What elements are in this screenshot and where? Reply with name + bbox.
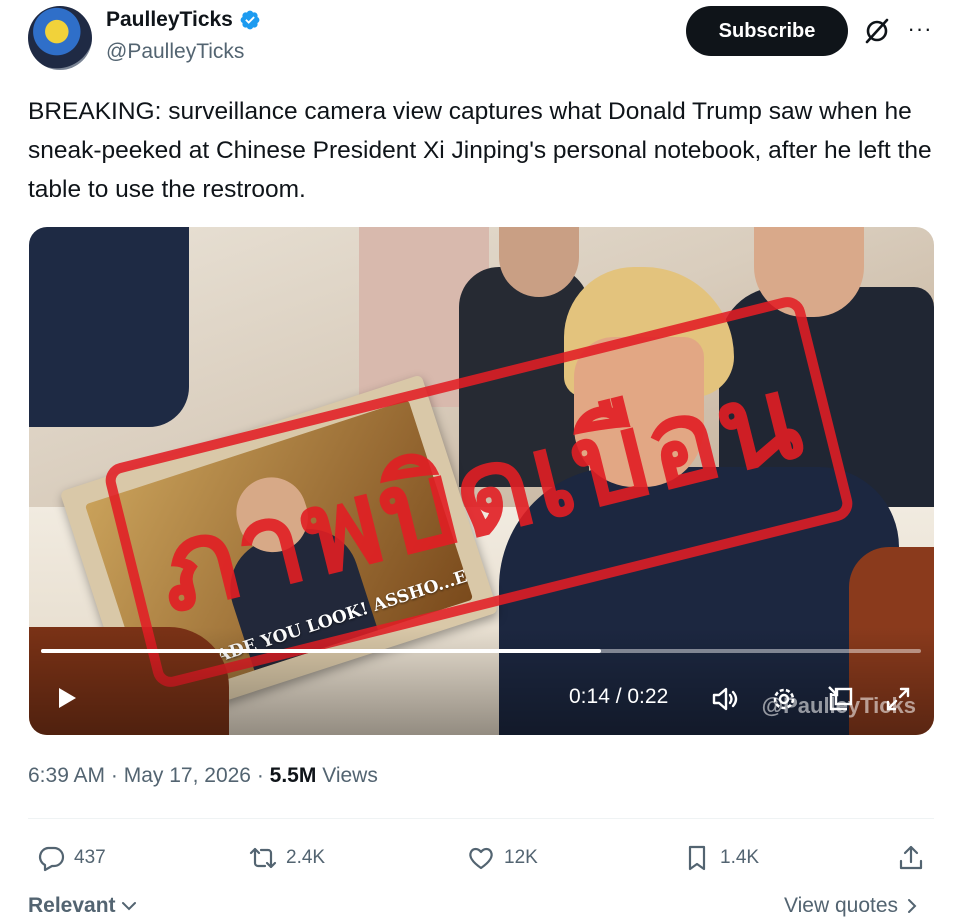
bookmark-button[interactable]: 1.4K xyxy=(682,840,759,876)
like-count: 12K xyxy=(504,847,538,868)
view-quotes-link[interactable]: View quotes xyxy=(784,894,920,918)
sort-dropdown[interactable]: Relevant xyxy=(28,894,138,918)
video-progress-bar[interactable] xyxy=(41,649,921,653)
views-count: 5.5M xyxy=(269,764,317,787)
meta-separator: · xyxy=(256,764,270,787)
share-button[interactable] xyxy=(896,840,926,876)
sort-label: Relevant xyxy=(28,894,116,917)
play-icon[interactable] xyxy=(51,683,81,713)
tweet-meta: 6:39 AM · May 17, 2026 · 5.5M Views xyxy=(28,764,378,788)
tweet-date[interactable]: May 17, 2026 xyxy=(124,764,251,787)
picture-in-picture-icon[interactable] xyxy=(825,683,857,715)
share-icon xyxy=(899,845,923,870)
video-time: 0:14 / 0:22 xyxy=(569,685,669,708)
chevron-right-icon xyxy=(908,899,917,913)
reply-button[interactable]: 437 xyxy=(36,840,106,876)
reply-count: 437 xyxy=(74,847,106,868)
author-name-row: PaulleyTicks xyxy=(106,8,261,32)
settings-icon[interactable] xyxy=(768,683,800,715)
video-player[interactable]: MADE YOU LOOK! ASSHO...E! ภาพบิดเบือน @P… xyxy=(29,227,934,735)
video-progress-fill xyxy=(41,649,601,653)
repost-count: 2.4K xyxy=(286,847,326,868)
divider xyxy=(28,818,934,819)
meta-separator: · xyxy=(110,764,124,787)
bookmark-icon xyxy=(688,845,706,871)
verified-badge-icon xyxy=(240,10,260,30)
author-name[interactable]: PaulleyTicks xyxy=(106,8,233,32)
author-handle[interactable]: @PaulleyTicks xyxy=(106,40,244,64)
background-person xyxy=(29,227,189,427)
views-label: Views xyxy=(322,764,378,787)
repost-button[interactable]: 2.4K xyxy=(248,840,325,876)
reply-icon xyxy=(38,846,65,872)
more-icon[interactable]: ··· xyxy=(906,14,934,44)
volume-icon[interactable] xyxy=(709,683,741,715)
tweet-text: BREAKING: surveillance camera view captu… xyxy=(28,98,932,203)
grok-icon[interactable] xyxy=(862,16,892,46)
avatar[interactable] xyxy=(28,6,92,70)
subscribe-button[interactable]: Subscribe xyxy=(686,6,848,56)
bookmark-count: 1.4K xyxy=(720,847,760,868)
tweet-time[interactable]: 6:39 AM xyxy=(28,764,105,787)
heart-icon xyxy=(469,847,493,870)
view-quotes-label: View quotes xyxy=(784,894,899,917)
chevron-down-icon xyxy=(121,902,136,911)
like-button[interactable]: 12K xyxy=(466,840,538,876)
repost-icon xyxy=(249,847,277,869)
fullscreen-icon[interactable] xyxy=(882,683,914,715)
